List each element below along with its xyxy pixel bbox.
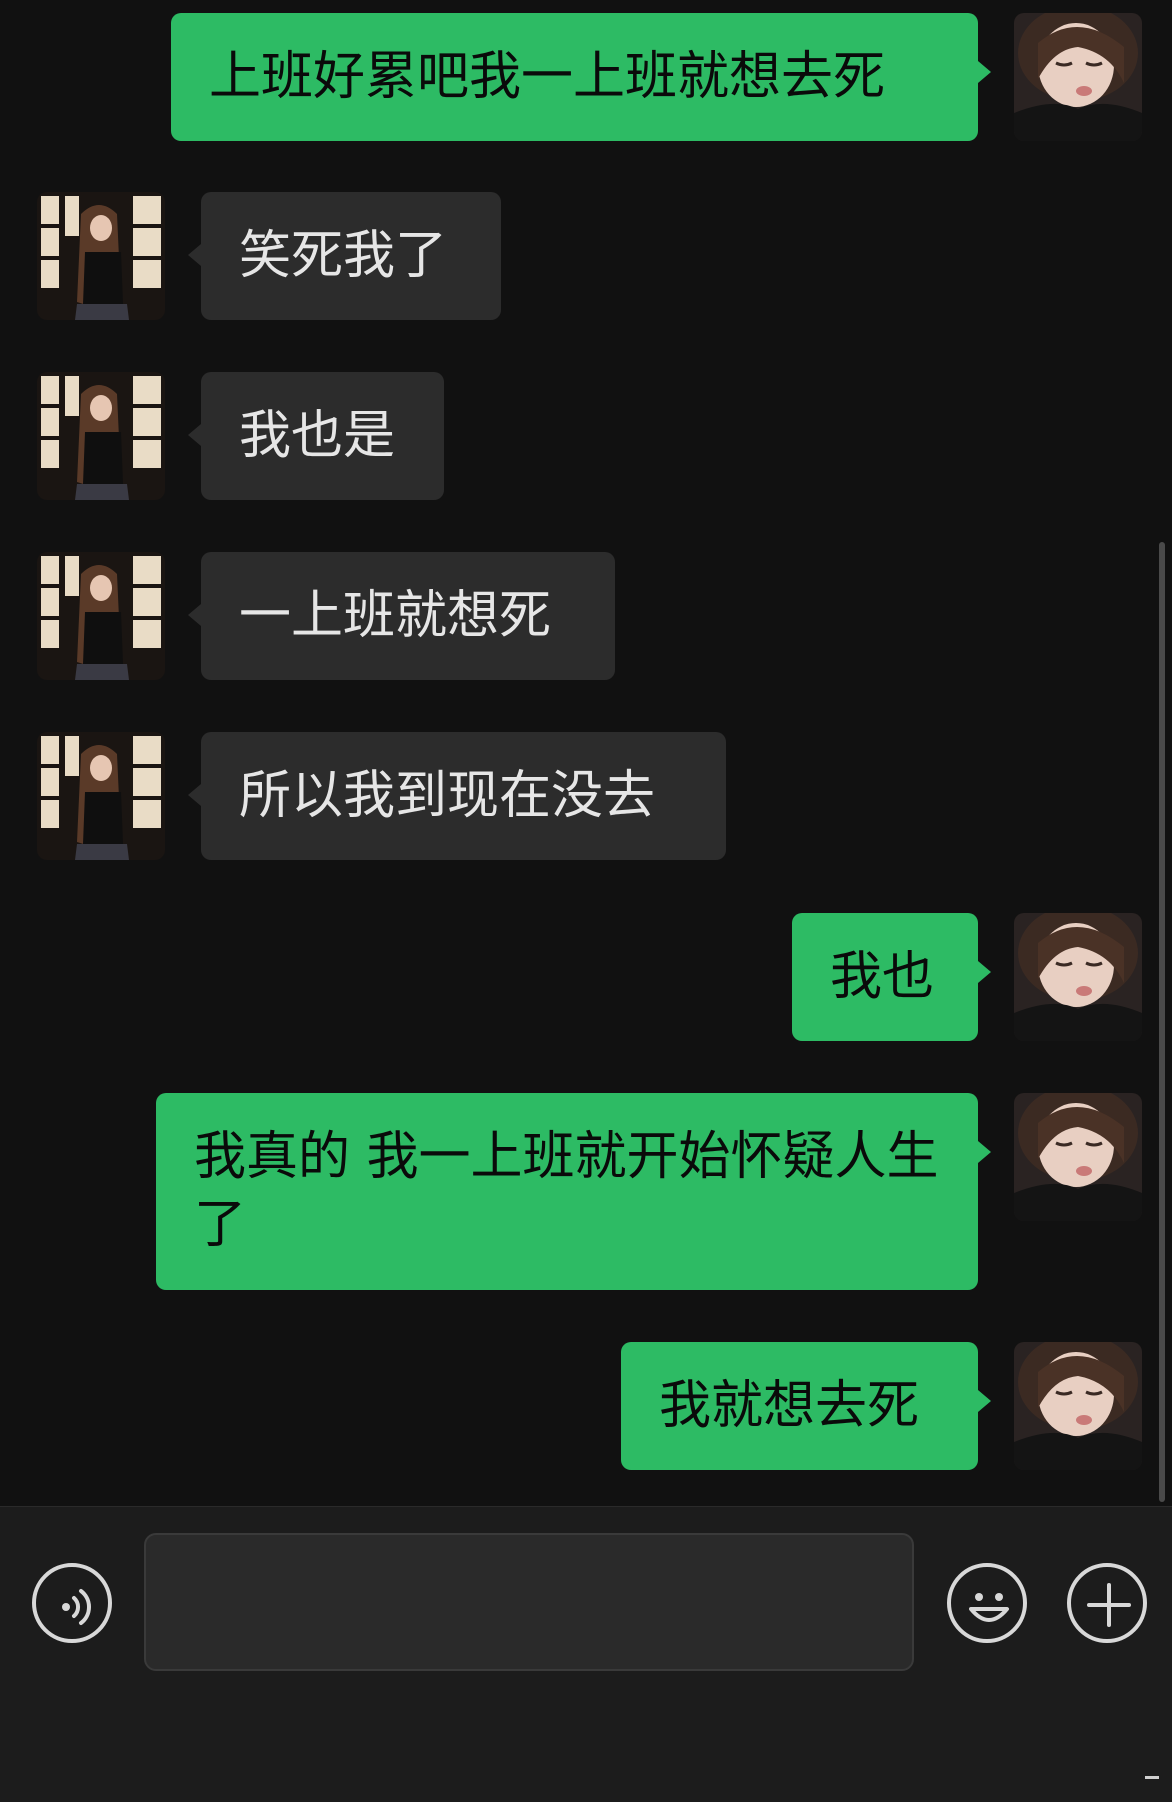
voice-icon [62,1589,91,1625]
avatar-photo-contact [37,552,165,680]
message-bubble[interactable]: 我真的 我一上班就开始怀疑人生了 [156,1093,978,1290]
bubble-tail [188,424,201,446]
my-avatar[interactable] [1014,13,1142,141]
avatar-photo-contact [37,372,165,500]
chat-message-list[interactable]: 上班好累吧我一上班就想去死 笑死我了 我也是 一上班就想死 所以我到现在没去 我… [0,0,1172,1506]
emoji-button[interactable] [947,1563,1027,1643]
bubble-tail [978,61,991,83]
message-bubble[interactable]: 我就想去死 [621,1342,978,1470]
watermark-mark [1145,1776,1159,1779]
contact-avatar[interactable] [37,372,165,500]
my-avatar[interactable] [1014,913,1142,1041]
message-bubble[interactable]: 我也是 [201,372,444,500]
contact-avatar[interactable] [37,732,165,860]
message-bubble[interactable]: 一上班就想死 [201,552,615,680]
message-bubble[interactable]: 笑死我了 [201,192,501,320]
bubble-tail [188,784,201,806]
message-bubble[interactable]: 上班好累吧我一上班就想去死 [171,13,978,141]
message-bubble[interactable]: 所以我到现在没去 [201,732,726,860]
avatar-photo-me [1014,1093,1142,1221]
contact-avatar[interactable] [37,192,165,320]
avatar-photo-contact [37,192,165,320]
bubble-tail [978,1141,991,1163]
avatar-photo-me [1014,13,1142,141]
message-input[interactable] [144,1533,914,1671]
my-avatar[interactable] [1014,1093,1142,1221]
plus-button[interactable] [1067,1563,1147,1643]
chat-scrollbar[interactable] [1159,542,1165,1502]
avatar-photo-me [1014,1342,1142,1470]
plus-icon [1087,1583,1131,1627]
avatar-photo-me [1014,913,1142,1041]
bubble-tail [188,604,201,626]
bubble-tail [978,961,991,983]
avatar-photo-contact [37,732,165,860]
contact-avatar[interactable] [37,552,165,680]
bubble-tail [188,244,201,266]
message-bubble[interactable]: 我也 [792,913,978,1041]
voice-button[interactable] [32,1563,112,1643]
bubble-tail [978,1390,991,1412]
emoji-icon [969,1593,1009,1622]
my-avatar[interactable] [1014,1342,1142,1470]
